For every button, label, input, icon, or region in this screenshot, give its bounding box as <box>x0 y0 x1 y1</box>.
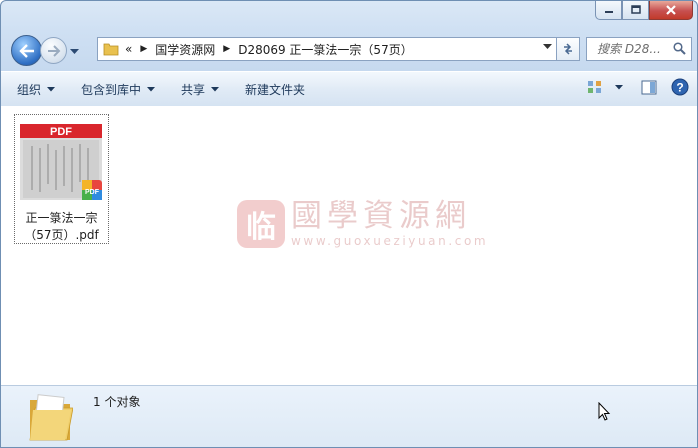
breadcrumb-item-root[interactable]: 国学资源网 <box>155 41 215 58</box>
breadcrumb-item-current[interactable]: D28069 正一箓法一宗（57页） <box>238 41 413 58</box>
mouse-cursor-icon <box>598 402 611 421</box>
arrow-left-icon <box>18 43 34 58</box>
close-button[interactable] <box>649 1 693 20</box>
maximize-button[interactable] <box>622 1 649 20</box>
recent-pages-button[interactable] <box>70 44 79 58</box>
chevron-down-icon <box>47 86 56 91</box>
forward-button[interactable] <box>40 37 67 64</box>
close-icon <box>666 5 676 15</box>
refresh-icon <box>564 43 572 55</box>
minimize-button[interactable] <box>595 1 622 20</box>
explorer-window: « ▶ 国学资源网 ▶ D28069 正一箓法一宗（57页） 组织 包含到库中 … <box>0 0 698 448</box>
file-name[interactable]: 正一箓法一宗（57页）.pdf <box>15 210 108 244</box>
view-icon <box>588 81 601 93</box>
search-icon[interactable] <box>673 42 686 55</box>
watermark-english: www.guoxueziyuan.com <box>291 234 489 248</box>
navigation-buttons <box>11 35 79 66</box>
chevron-down-icon <box>147 86 156 91</box>
new-folder-button[interactable]: 新建文件夹 <box>245 81 305 98</box>
watermark-seal: 临 <box>237 199 285 248</box>
change-view-button[interactable] <box>587 79 623 95</box>
minimize-icon <box>604 11 613 13</box>
chevron-down-icon <box>211 86 220 91</box>
breadcrumb: « ▶ 国学资源网 ▶ D28069 正一箓法一宗（57页） <box>125 41 413 58</box>
new-folder-label: 新建文件夹 <box>245 82 306 97</box>
folder-icon <box>103 43 119 56</box>
organize-menu[interactable]: 组织 <box>17 81 56 98</box>
chevron-down-icon[interactable] <box>615 84 623 90</box>
search-box[interactable] <box>586 37 692 61</box>
back-button[interactable] <box>11 35 42 66</box>
search-input[interactable] <box>595 41 677 57</box>
address-history-icon[interactable] <box>543 44 552 50</box>
refresh-button[interactable] <box>557 37 580 61</box>
command-bar: 组织 包含到库中 共享 新建文件夹 ? <box>1 71 697 107</box>
organize-label: 组织 <box>17 82 42 97</box>
breadcrumb-separator-icon[interactable]: ▶ <box>140 44 147 54</box>
share-label: 共享 <box>181 82 206 97</box>
chevron-down-icon <box>70 48 79 54</box>
breadcrumb-separator-icon[interactable]: ▶ <box>223 44 230 54</box>
caption-buttons <box>595 1 693 20</box>
help-icon: ? <box>671 78 689 96</box>
pdf-thumbnail-icon: PDF PDF <box>20 124 102 200</box>
pdf-badge-label: PDF <box>85 189 100 196</box>
arrow-right-icon <box>47 44 60 57</box>
svg-text:?: ? <box>676 81 683 95</box>
address-bar[interactable]: « ▶ 国学资源网 ▶ D28069 正一箓法一宗（57页） <box>97 37 557 61</box>
share-menu[interactable]: 共享 <box>181 81 220 98</box>
toolbar-right: ? <box>575 78 689 96</box>
item-count: 1 个对象 <box>93 395 141 409</box>
watermark-chinese: 國學資源網 <box>291 198 471 234</box>
watermark: 临 國學資源網 www.guoxueziyuan.com <box>237 199 488 248</box>
maximize-icon <box>630 5 641 14</box>
thumb-label: PDF <box>50 126 72 138</box>
details-pane: 1 个对象 <box>1 385 697 447</box>
preview-pane-icon <box>641 80 657 94</box>
watermark-text: 國學資源網 www.guoxueziyuan.com <box>291 199 488 248</box>
file-item[interactable]: PDF PDF 正一箓法一宗（57页）.pdf <box>14 114 109 244</box>
folder-icon <box>29 394 73 441</box>
preview-pane-button[interactable] <box>641 80 657 95</box>
include-in-library-label: 包含到库中 <box>81 82 142 97</box>
file-list[interactable]: PDF PDF 正一箓法一宗（57页）.pdf 临 國學資源網 www.guox… <box>1 106 697 385</box>
help-button[interactable]: ? <box>671 78 689 96</box>
include-in-library-menu[interactable]: 包含到库中 <box>81 81 156 98</box>
breadcrumb-overflow[interactable]: « <box>125 42 132 56</box>
